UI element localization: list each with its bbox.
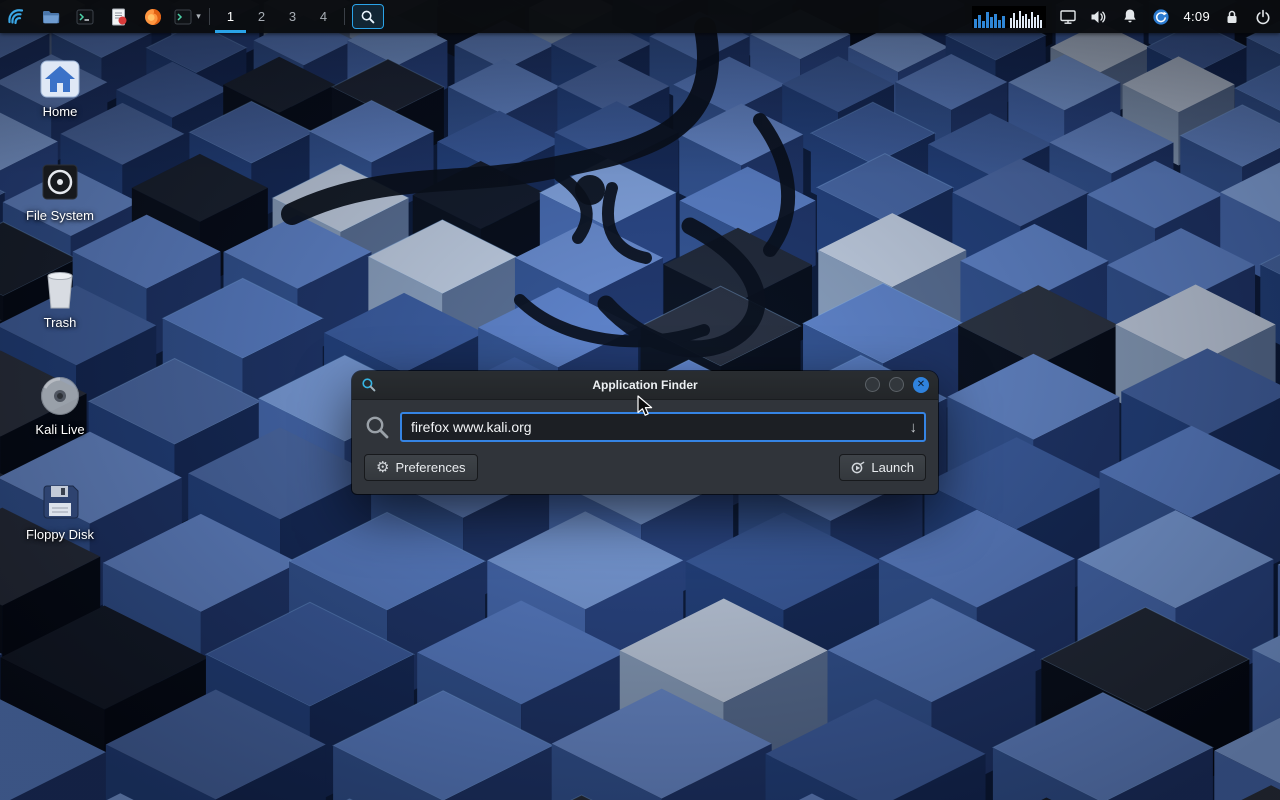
notifications-tray-icon[interactable] xyxy=(1121,8,1139,26)
maximize-button[interactable] xyxy=(889,377,904,392)
updates-icon xyxy=(1152,8,1170,26)
file-manager-icon xyxy=(41,7,61,27)
lock-screen-button[interactable] xyxy=(1223,8,1241,26)
system-monitor-graph[interactable] xyxy=(972,6,1046,28)
search-row: ↓ xyxy=(364,412,926,442)
taskbar-application-finder[interactable] xyxy=(352,4,384,29)
search-field: ↓ xyxy=(400,412,926,442)
terminal-launcher[interactable] xyxy=(68,0,102,33)
desktop-icon-trash[interactable]: Trash xyxy=(10,267,110,330)
desktop-icon-kali-live[interactable]: Kali Live xyxy=(10,374,110,437)
window-app-icon xyxy=(361,377,377,393)
terminal-dropdown-launcher[interactable]: ▾ xyxy=(170,0,204,33)
workspace-button-4[interactable]: 4 xyxy=(308,0,339,33)
close-button[interactable]: ✕ xyxy=(913,377,929,393)
preferences-button[interactable]: ⚙ Preferences xyxy=(364,454,478,481)
launch-button[interactable]: Launch xyxy=(839,454,926,481)
lock-icon xyxy=(1223,8,1241,26)
volume-icon xyxy=(1090,8,1108,26)
preferences-button-label: Preferences xyxy=(395,460,465,475)
desktop-icon-label: File System xyxy=(26,209,94,223)
application-finder-window: Application Finder ✕ ↓ ⚙ Preferences xyxy=(352,371,938,494)
display-icon xyxy=(1059,8,1077,26)
log-out-button[interactable] xyxy=(1254,8,1272,26)
display-settings-tray-icon[interactable] xyxy=(1059,8,1077,26)
chevron-down-icon[interactable]: ▾ xyxy=(196,11,201,22)
file-system-icon xyxy=(38,160,82,204)
top-panel: ▾ 1 2 3 4 xyxy=(0,0,1280,33)
desktop-icon-label: Trash xyxy=(44,316,77,330)
panel-clock[interactable]: 4:09 xyxy=(1183,9,1210,24)
dropdown-arrow-icon[interactable]: ↓ xyxy=(910,420,918,435)
desktop-icon-file-system[interactable]: File System xyxy=(10,160,110,223)
search-icon xyxy=(364,414,391,441)
search-input[interactable] xyxy=(411,419,910,435)
launch-icon xyxy=(851,461,865,475)
minimize-button[interactable] xyxy=(865,377,880,392)
terminal-icon xyxy=(75,7,95,27)
desktop-icon-label: Floppy Disk xyxy=(26,528,94,542)
floppy-disk-icon xyxy=(39,481,81,523)
volume-tray-icon[interactable] xyxy=(1090,8,1108,26)
kali-menu-icon xyxy=(6,6,28,28)
window-titlebar[interactable]: Application Finder ✕ xyxy=(352,371,938,400)
application-finder-icon xyxy=(360,9,376,25)
workspace-button-3[interactable]: 3 xyxy=(277,0,308,33)
button-row: ⚙ Preferences Launch xyxy=(364,454,926,481)
updates-tray-icon[interactable] xyxy=(1152,8,1170,26)
workspace-button-1[interactable]: 1 xyxy=(215,0,246,33)
panel-spacer xyxy=(386,0,968,33)
close-icon: ✕ xyxy=(917,380,925,390)
panel-separator xyxy=(209,8,210,25)
window-title: Application Finder xyxy=(352,378,938,392)
gear-icon: ⚙ xyxy=(376,460,389,475)
notifications-bell-icon xyxy=(1121,8,1139,26)
panel-separator xyxy=(344,8,345,25)
launch-button-label: Launch xyxy=(871,460,914,475)
file-manager-launcher[interactable] xyxy=(34,0,68,33)
desktop-icon-floppy-disk[interactable]: Floppy Disk xyxy=(10,481,110,542)
desktop-icon-label: Home xyxy=(43,105,78,119)
window-controls: ✕ xyxy=(865,377,929,393)
power-icon xyxy=(1254,8,1272,26)
disc-icon xyxy=(38,374,82,418)
text-editor-icon xyxy=(109,7,129,27)
text-editor-launcher[interactable] xyxy=(102,0,136,33)
firefox-launcher[interactable] xyxy=(136,0,170,33)
desktop-icon-home[interactable]: Home xyxy=(10,58,110,119)
home-icon xyxy=(37,58,83,100)
trash-icon xyxy=(40,267,80,311)
applications-menu-button[interactable] xyxy=(0,0,34,33)
window-body: ↓ ⚙ Preferences Launch xyxy=(352,400,938,494)
workspace-button-2[interactable]: 2 xyxy=(246,0,277,33)
system-tray: 4:09 xyxy=(968,0,1280,33)
terminal-dropdown-icon xyxy=(173,7,193,27)
firefox-icon xyxy=(143,7,163,27)
desktop-icon-label: Kali Live xyxy=(35,423,84,437)
